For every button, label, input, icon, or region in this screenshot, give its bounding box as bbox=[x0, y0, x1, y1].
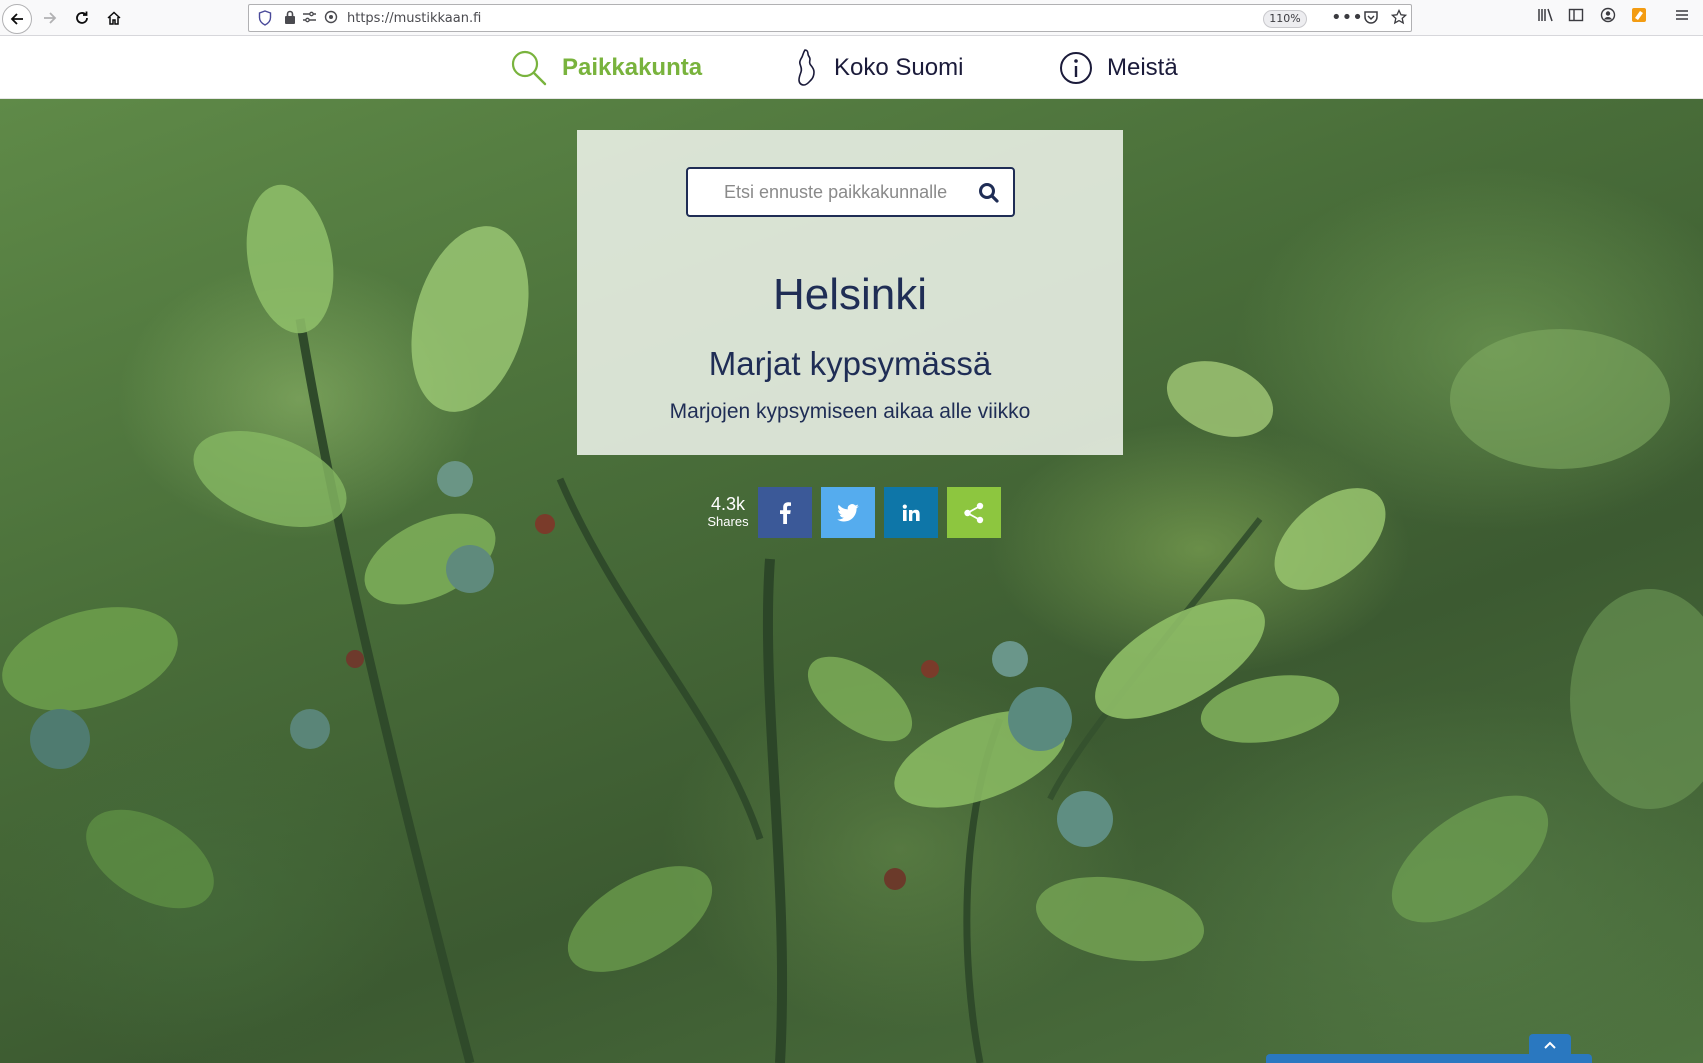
search-submit-button[interactable] bbox=[977, 181, 1001, 205]
lock-icon[interactable] bbox=[284, 10, 296, 29]
search-icon bbox=[511, 50, 547, 85]
nav-label: Koko Suomi bbox=[834, 53, 964, 81]
account-icon[interactable] bbox=[1600, 7, 1616, 27]
twitter-share-button[interactable] bbox=[821, 487, 875, 538]
reload-icon bbox=[76, 11, 88, 24]
pocket-icon[interactable] bbox=[1363, 9, 1379, 29]
ripeness-status: Marjat kypsymässä bbox=[708, 345, 992, 382]
linkedin-icon bbox=[902, 504, 920, 521]
tracking-shield-icon[interactable] bbox=[258, 10, 272, 30]
nav-label: Meistä bbox=[1107, 53, 1178, 81]
menu-icon[interactable] bbox=[1674, 7, 1690, 27]
home-button[interactable] bbox=[101, 6, 127, 30]
info-icon bbox=[1060, 51, 1092, 84]
address-bar[interactable]: https://mustikkaan.fi 110% ••• bbox=[248, 4, 1412, 32]
scroll-to-top-button[interactable] bbox=[1529, 1034, 1571, 1056]
site-info-icon[interactable] bbox=[324, 10, 338, 28]
arrow-left-icon bbox=[10, 13, 23, 25]
nav-item-paikkakunta[interactable]: Paikkakunta bbox=[510, 36, 702, 99]
back-button[interactable] bbox=[2, 4, 32, 34]
finland-map-icon bbox=[798, 48, 815, 86]
search-box bbox=[686, 167, 1015, 217]
reload-button[interactable] bbox=[69, 6, 95, 30]
magnifier-icon bbox=[979, 183, 999, 203]
bookmark-star-icon[interactable] bbox=[1390, 8, 1408, 29]
nav-label: Paikkakunta bbox=[562, 53, 703, 81]
search-input[interactable] bbox=[690, 171, 960, 213]
city-name: Helsinki bbox=[772, 270, 928, 319]
browser-toolbar: https://mustikkaan.fi 110% ••• bbox=[0, 0, 1703, 36]
share-label: Shares bbox=[707, 514, 749, 529]
linkedin-share-button[interactable] bbox=[884, 487, 938, 538]
nav-item-meista[interactable]: Meistä bbox=[1059, 36, 1178, 99]
url-text[interactable]: https://mustikkaan.fi bbox=[347, 11, 481, 26]
home-icon bbox=[107, 11, 121, 25]
twitter-icon bbox=[837, 503, 859, 521]
sidebar-icon[interactable] bbox=[1568, 7, 1584, 27]
generic-share-button[interactable] bbox=[947, 487, 1001, 538]
extension-icon[interactable] bbox=[1631, 7, 1647, 27]
forecast-card: Helsinki Marjat kypsymässä Marjojen kyps… bbox=[577, 130, 1123, 455]
library-icon[interactable] bbox=[1537, 7, 1555, 27]
chevron-up-icon bbox=[1544, 1041, 1556, 1049]
share-count: 4.3k bbox=[710, 494, 746, 514]
arrow-right-icon bbox=[44, 12, 57, 24]
facebook-share-button[interactable] bbox=[758, 487, 812, 538]
site-navigation: Paikkakunta Koko Suomi Meistä bbox=[0, 36, 1703, 99]
page-actions-icon[interactable]: ••• bbox=[1331, 7, 1363, 28]
share-counter: 4.3k Shares bbox=[702, 494, 754, 530]
zoom-level-badge[interactable]: 110% bbox=[1263, 10, 1307, 28]
facebook-icon bbox=[780, 501, 791, 524]
permissions-icon[interactable] bbox=[302, 10, 317, 28]
nav-item-koko-suomi[interactable]: Koko Suomi bbox=[796, 36, 963, 99]
share-icon bbox=[964, 502, 984, 523]
ripeness-detail: Marjojen kypsymiseen aikaa alle viikko bbox=[669, 400, 1031, 423]
forward-button[interactable] bbox=[37, 6, 63, 30]
